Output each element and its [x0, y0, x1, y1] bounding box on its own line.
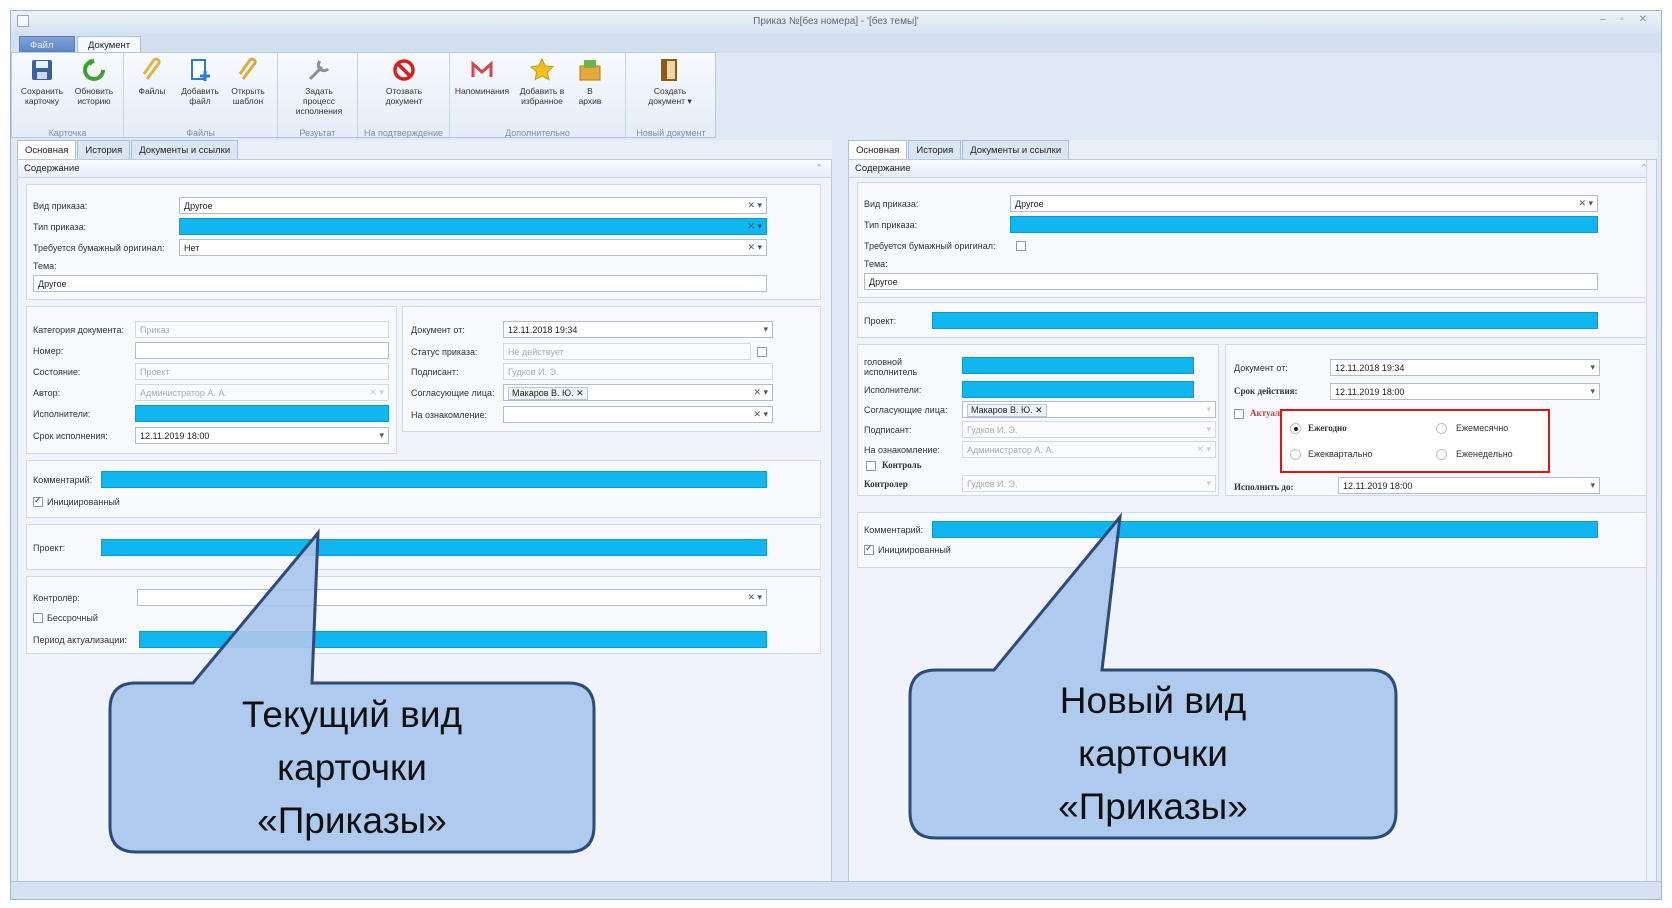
left-callout-line2: карточки [277, 747, 427, 788]
right-callout-line1: Новый вид [1059, 680, 1247, 721]
left-callout-line3: «Приказы» [257, 800, 447, 841]
left-callout-text: Текущий вид карточки «Приказы» [110, 688, 594, 847]
right-callout-line3: «Приказы» [1058, 786, 1248, 827]
right-callout-text: Новый вид карточки «Приказы» [910, 674, 1396, 833]
left-callout-line1: Текущий вид [241, 694, 463, 735]
right-callout-line2: карточки [1078, 733, 1228, 774]
